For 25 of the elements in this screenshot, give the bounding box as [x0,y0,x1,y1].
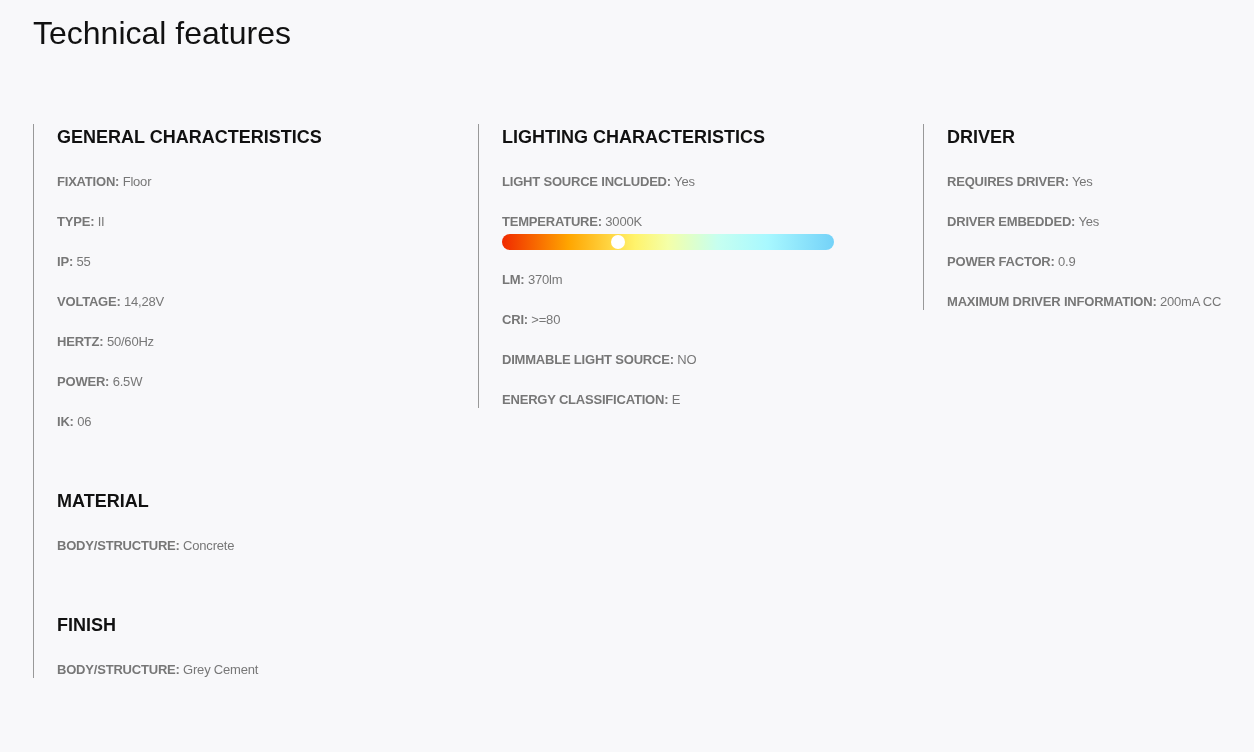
section-heading: MATERIAL [57,490,150,513]
spec-item: LIGHT SOURCE INCLUDED: Yes [502,173,696,191]
page-title: Technical features [32,14,292,52]
spec-item: DRIVER EMBEDDED: Yes [947,213,1101,231]
spec-item: MAXIMUM DRIVER INFORMATION: 200mA CC [947,293,1223,310]
spec-item: FIXATION: Floor [57,173,153,191]
spec-item: HERTZ: 50/60Hz [57,333,155,351]
spec-item: IP: 55 [57,253,92,271]
spec-item: IK: 06 [57,413,93,431]
spec-item: CRI: >=80 [502,311,562,329]
section-heading: GENERAL CHARACTERISTICS [57,126,323,149]
spec-item: VOLTAGE: 14,28V [57,293,166,311]
section-heading: LIGHTING CHARACTERISTICS [502,126,766,149]
spec-item: POWER: 6.5W [57,373,144,391]
spec-item: BODY/STRUCTURE: Concrete [57,537,236,555]
spec-item: TEMPERATURE: 3000K [502,214,643,231]
spec-item: DIMMABLE LIGHT SOURCE: NO [502,351,698,369]
spec-item: LM: 370lm [502,271,564,289]
spec-item: ENERGY CLASSIFICATION: E [502,391,682,408]
spec-item: TYPE: II [57,213,106,231]
spec-item: REQUIRES DRIVER: Yes [947,173,1094,191]
spec-item: BODY/STRUCTURE: Grey Cement [57,661,260,678]
section-heading: FINISH [57,614,117,637]
section-heading: DRIVER [947,126,1016,149]
spec-item: POWER FACTOR: 0.9 [947,253,1077,271]
